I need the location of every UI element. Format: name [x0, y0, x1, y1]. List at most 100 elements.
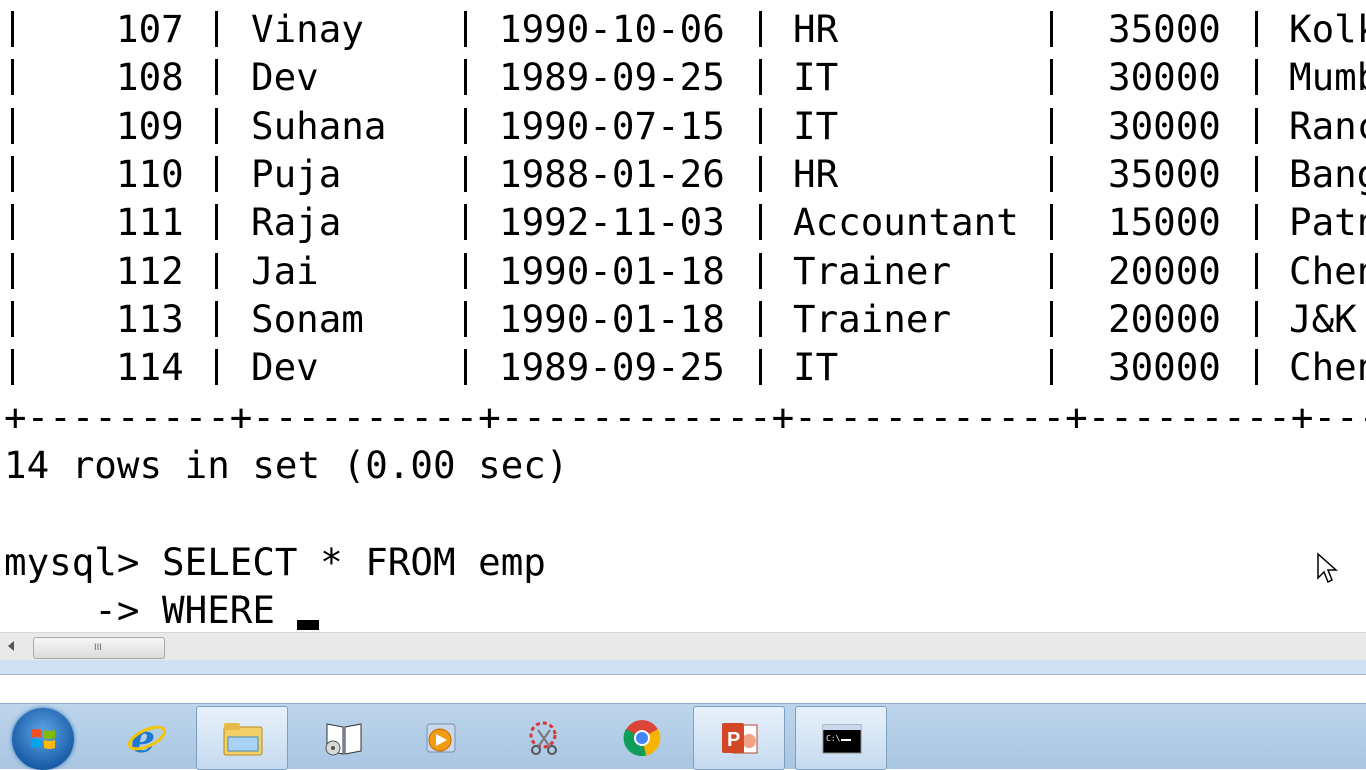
column-separator: [11, 204, 14, 241]
windows-logo-icon: [31, 729, 55, 749]
column-separator: [11, 11, 14, 47]
table-row: 109 Suhana 1990-07-15 IT 30000 Ranc: [0, 102, 1366, 150]
column-separator: [11, 59, 14, 96]
media-player-icon: [426, 723, 456, 753]
taskbar-item-snipping-tool[interactable]: [497, 706, 587, 768]
cell-name: Dev: [251, 55, 319, 100]
cell-id: 108: [116, 55, 184, 100]
cmd-icon: C:\: [822, 724, 862, 754]
column-separator: [1255, 252, 1258, 289]
column-separator: [759, 107, 762, 144]
cell-id: 107: [116, 7, 184, 51]
cell-dob: 1990-01-18: [499, 248, 725, 293]
column-separator: [759, 11, 762, 47]
cell-salary: 20000: [1108, 296, 1221, 341]
cell-name: Puja: [251, 151, 342, 196]
taskbar-item-explorer[interactable]: [196, 706, 288, 770]
ie-icon: e: [127, 718, 167, 758]
snipping-tool-icon: [529, 721, 557, 755]
cell-name: Dev: [251, 345, 319, 390]
cell-city: Chen: [1289, 345, 1366, 390]
column-separator: [464, 204, 467, 241]
cell-dept: IT: [793, 103, 839, 148]
mouse-pointer-icon: [1317, 552, 1338, 584]
cell-id: 109: [116, 103, 184, 148]
cell-salary: 35000: [1108, 7, 1221, 51]
column-separator: [759, 155, 762, 192]
cell-salary: 30000: [1108, 345, 1221, 390]
table-row: 114 Dev 1989-09-25 IT 30000 Chen: [0, 343, 1366, 391]
column-separator: [1255, 204, 1258, 241]
cell-salary: 35000: [1108, 151, 1221, 196]
cell-id: 111: [116, 200, 184, 245]
column-separator: [1255, 107, 1258, 144]
scroll-left-icon[interactable]: [8, 641, 14, 651]
cell-name: Sonam: [251, 296, 364, 341]
cell-dept: IT: [793, 345, 839, 390]
result-summary: 14 rows in set (0.00 sec): [4, 443, 569, 487]
cell-dob: 1990-10-06: [499, 7, 725, 51]
column-separator: [11, 155, 14, 192]
taskbar-item-reader[interactable]: [298, 706, 388, 768]
taskbar-item-chrome[interactable]: [596, 706, 686, 768]
cell-dept: Accountant: [793, 200, 1019, 245]
cell-city: Patn: [1289, 200, 1366, 245]
table-row: 110 Puja 1988-01-26 HR 35000 Bang: [0, 150, 1366, 198]
column-separator: [215, 155, 218, 192]
column-separator: [464, 349, 467, 386]
scrollbar-thumb[interactable]: III: [33, 637, 165, 659]
reader-book-icon: [325, 723, 362, 756]
text-cursor: [297, 620, 319, 630]
column-separator: [11, 349, 14, 386]
cell-name: Vinay: [251, 7, 364, 51]
taskbar-item-cmd[interactable]: C:\: [795, 706, 887, 770]
cell-dob: 1988-01-26: [499, 151, 725, 196]
cell-dob: 1992-11-03: [499, 200, 725, 245]
column-separator: [759, 252, 762, 289]
cell-name: Jai: [251, 248, 319, 293]
column-separator: [1255, 11, 1258, 47]
column-separator: [464, 300, 467, 337]
column-separator: [215, 300, 218, 337]
cell-city: Kolk: [1289, 7, 1366, 51]
taskbar-item-powerpoint[interactable]: P: [693, 706, 785, 770]
continuation-line[interactable]: -> WHERE: [4, 586, 298, 632]
table-row: 107 Vinay 1990-10-06 HR 35000 Kolk: [0, 5, 1366, 53]
start-button[interactable]: [12, 708, 74, 770]
svg-text:C:\: C:\: [826, 734, 841, 743]
column-separator: [1050, 300, 1053, 337]
horizontal-scrollbar[interactable]: III: [0, 632, 1366, 661]
table-row: 111 Raja 1992-11-03 Accountant 15000 Patn: [0, 198, 1366, 246]
column-separator: [11, 252, 14, 289]
cell-id: 113: [116, 296, 184, 341]
cell-dept: HR: [793, 7, 839, 51]
column-separator: [1050, 155, 1053, 192]
cell-dept: HR: [793, 151, 839, 196]
cell-dept: Trainer: [793, 248, 952, 293]
column-separator: [215, 11, 218, 47]
cell-salary: 30000: [1108, 103, 1221, 148]
column-separator: [759, 59, 762, 96]
taskbar: e P C:\: [0, 703, 1366, 770]
cell-salary: 30000: [1108, 55, 1221, 100]
column-separator: [215, 252, 218, 289]
cell-name: Suhana: [251, 103, 387, 148]
cell-salary: 20000: [1108, 248, 1221, 293]
explorer-folder-icon: [223, 723, 263, 756]
scrollbar-grip: III: [94, 643, 102, 653]
column-separator: [464, 59, 467, 96]
column-separator: [11, 107, 14, 144]
svg-text:P: P: [727, 729, 740, 751]
mysql-console[interactable]: 107 Vinay 1990-10-06 HR 35000 Kolk 108 Dev 1989-…: [0, 0, 1366, 632]
column-separator: [1050, 252, 1053, 289]
cell-city: Bang: [1289, 151, 1366, 196]
taskbar-item-media-player[interactable]: [394, 706, 484, 768]
cell-city: Ranc: [1289, 103, 1366, 148]
prompt-line[interactable]: mysql> SELECT * FROM emp: [4, 538, 546, 586]
cell-name: Raja: [251, 200, 342, 245]
cell-dob: 1990-07-15: [499, 103, 725, 148]
cell-id: 112: [116, 248, 184, 293]
column-separator: [1255, 59, 1258, 96]
taskbar-item-ie[interactable]: e: [100, 706, 190, 768]
cell-salary: 15000: [1108, 200, 1221, 245]
